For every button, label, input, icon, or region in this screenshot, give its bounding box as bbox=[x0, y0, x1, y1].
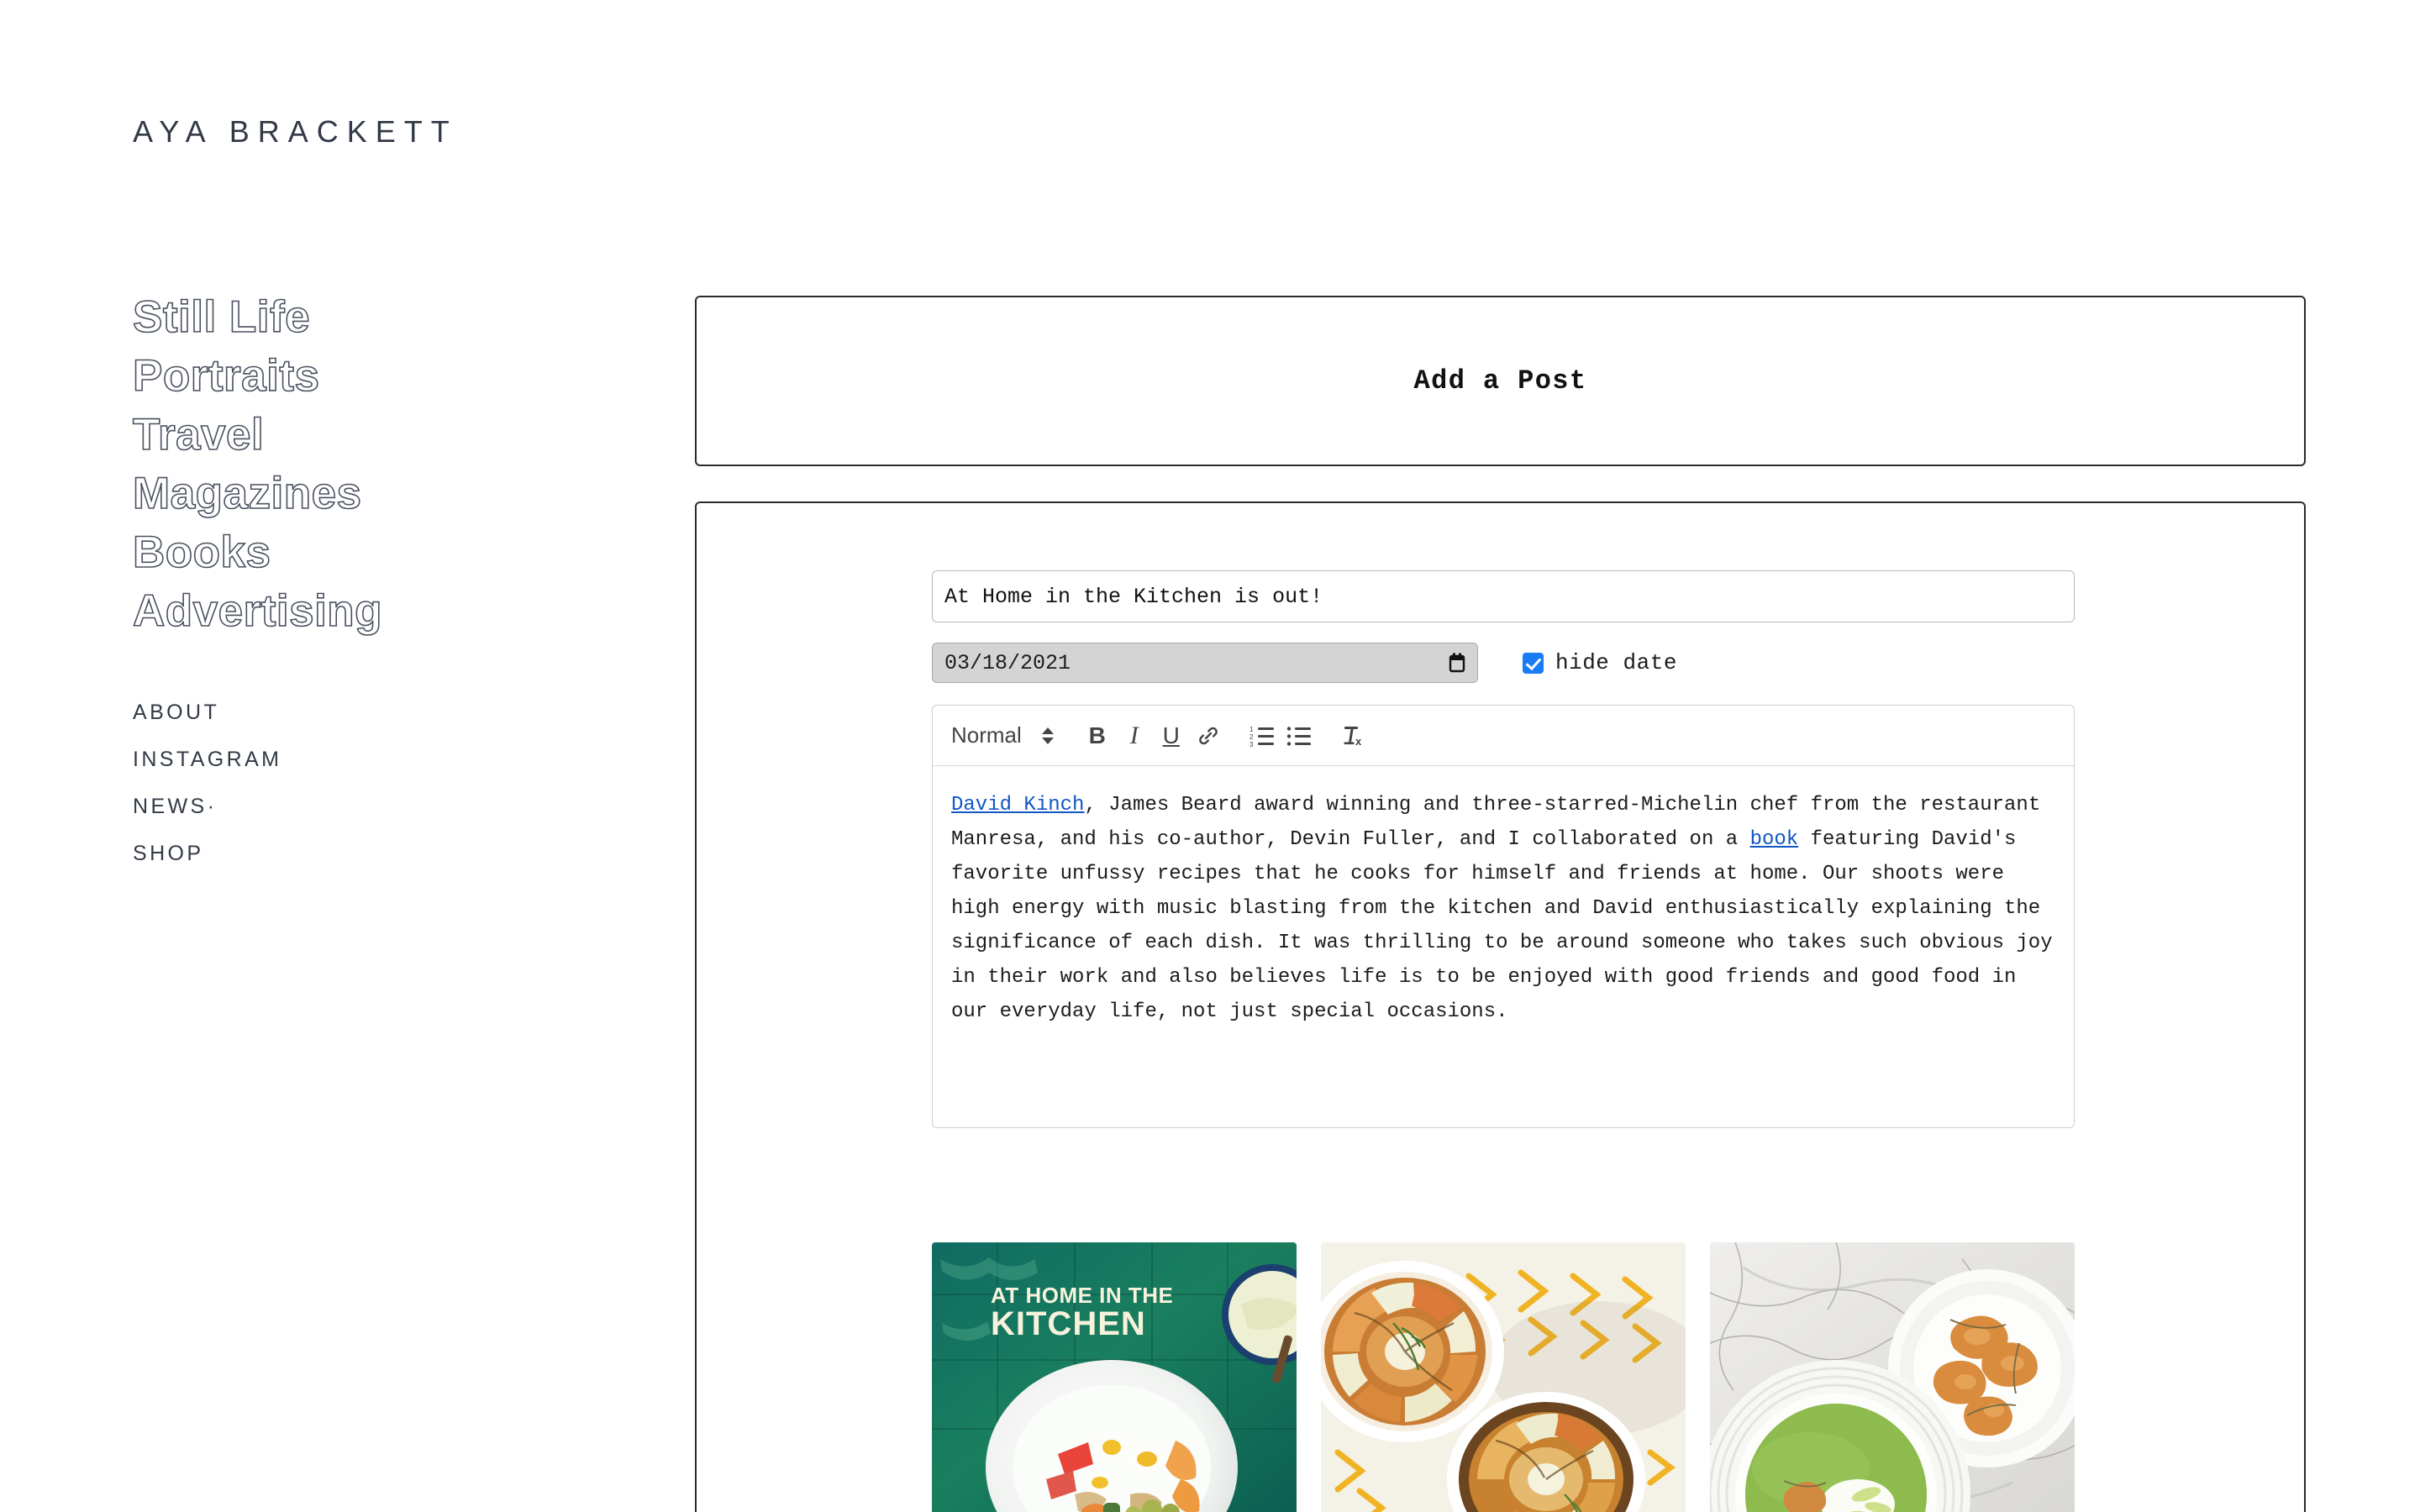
nav-item-news[interactable]: NEWS· bbox=[133, 783, 553, 830]
post-title-input[interactable] bbox=[932, 570, 2075, 622]
page-root: AYA BRACKETT Still Life Portraits Travel… bbox=[0, 0, 2420, 1512]
post-form: 03/18/2021 hide date bbox=[932, 570, 2075, 1128]
page-title: Add a Post bbox=[1413, 365, 1587, 396]
svg-text:3: 3 bbox=[1249, 741, 1254, 747]
post-form-panel: 03/18/2021 hide date bbox=[695, 501, 2306, 1512]
nav-item-instagram[interactable]: INSTAGRAM bbox=[133, 736, 553, 783]
nav-item-about[interactable]: ABOUT bbox=[133, 689, 553, 736]
rich-text-editor: Normal B I U 1 2 3 x David Kinch, James … bbox=[932, 705, 2075, 1128]
svg-text:x: x bbox=[1355, 735, 1362, 748]
link-button[interactable] bbox=[1190, 717, 1227, 754]
calendar-icon[interactable] bbox=[1449, 653, 1465, 673]
post-date-input[interactable]: 03/18/2021 bbox=[932, 643, 1478, 683]
page-header-panel: Add a Post bbox=[695, 296, 2306, 466]
chevron-updown-icon bbox=[1041, 727, 1054, 744]
svg-text:2: 2 bbox=[1249, 733, 1254, 741]
nav-item-advertising[interactable]: Advertising bbox=[132, 582, 671, 641]
ordered-list-button[interactable]: 1 2 3 bbox=[1244, 717, 1281, 754]
hide-date-label: hide date bbox=[1555, 650, 1677, 675]
bold-button[interactable]: B bbox=[1079, 717, 1116, 754]
svg-text:1: 1 bbox=[1249, 726, 1254, 733]
body-segment-2: featuring David's favorite unfussy recip… bbox=[951, 828, 2053, 1023]
site-logo[interactable]: AYA BRACKETT bbox=[133, 114, 458, 150]
bullet-list-button[interactable] bbox=[1281, 717, 1318, 754]
underline-button[interactable]: U bbox=[1153, 717, 1190, 754]
body-link-david-kinch[interactable]: David Kinch bbox=[951, 794, 1084, 816]
nav-item-travel[interactable]: Travel bbox=[132, 406, 671, 465]
svg-text:KITCHEN: KITCHEN bbox=[991, 1305, 1146, 1342]
format-select[interactable]: Normal bbox=[951, 722, 1054, 748]
thumb-green-soup[interactable] bbox=[1710, 1242, 2075, 1512]
nav-item-portraits[interactable]: Portraits bbox=[132, 347, 671, 406]
nav-item-books[interactable]: Books bbox=[132, 523, 671, 582]
post-image-row: AT HOME IN THE KITCHEN bbox=[932, 1242, 2075, 1512]
sidebar: AYA BRACKETT Still Life Portraits Travel… bbox=[132, 0, 721, 1512]
thumb-cookbook-cover[interactable]: AT HOME IN THE KITCHEN bbox=[932, 1242, 1297, 1512]
date-row: 03/18/2021 hide date bbox=[932, 643, 2075, 683]
post-body-text: David Kinch, James Beard award winning a… bbox=[951, 788, 2055, 1029]
nav-item-shop[interactable]: SHOP bbox=[133, 830, 553, 877]
nav-item-magazines[interactable]: Magazines bbox=[132, 465, 671, 523]
nav-item-still-life[interactable]: Still Life bbox=[132, 288, 671, 347]
svg-text:AT HOME IN THE: AT HOME IN THE bbox=[991, 1283, 1173, 1308]
editor-toolbar: Normal B I U 1 2 3 x bbox=[933, 706, 2074, 766]
thumb-vegetable-tarts[interactable] bbox=[1321, 1242, 1686, 1512]
editor-content-area[interactable]: David Kinch, James Beard award winning a… bbox=[933, 766, 2074, 1127]
italic-button[interactable]: I bbox=[1116, 717, 1153, 754]
hide-date-checkbox[interactable] bbox=[1523, 652, 1544, 674]
body-link-book[interactable]: book bbox=[1750, 828, 1799, 851]
primary-navigation: Still Life Portraits Travel Magazines Bo… bbox=[132, 288, 671, 641]
format-select-label: Normal bbox=[951, 722, 1022, 748]
secondary-navigation: ABOUT INSTAGRAM NEWS· SHOP bbox=[133, 689, 553, 877]
clear-format-button[interactable]: x bbox=[1334, 717, 1371, 754]
post-date-value: 03/18/2021 bbox=[944, 650, 1071, 675]
hide-date-checkbox-wrapper[interactable]: hide date bbox=[1523, 650, 1677, 675]
